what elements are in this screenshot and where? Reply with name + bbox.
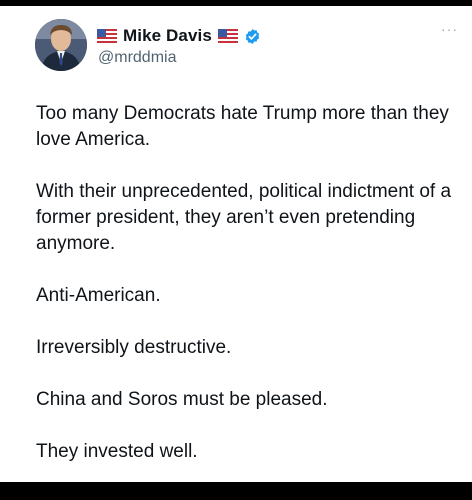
author-display-name[interactable]: Mike Davis [123, 26, 212, 46]
tweet-paragraph: With their unprecedented, political indi… [36, 181, 452, 254]
tweet-text: Too many Democrats hate Trump more than … [36, 101, 456, 465]
tweet-paragraph: Too many Democrats hate Trump more than … [36, 103, 449, 150]
us-flag-icon [97, 29, 117, 43]
avatar-image [35, 19, 87, 71]
author-handle[interactable]: @mrddmia [98, 49, 176, 67]
tweet-paragraph: Anti-American. [36, 285, 161, 306]
author-name-row[interactable]: Mike Davis [97, 24, 261, 48]
tweet-paragraph: They invested well. [36, 441, 198, 462]
tweet-header: Mike Davis @mrddmia ··· [35, 19, 458, 79]
verified-badge-icon [244, 28, 261, 45]
avatar[interactable] [35, 19, 87, 71]
tweet-paragraph: Irreversibly destructive. [36, 337, 232, 358]
tweet-card: Mike Davis @mrddmia ··· Too many Democra… [0, 6, 472, 482]
us-flag-icon [217, 29, 238, 43]
more-options-icon[interactable]: ··· [438, 22, 458, 36]
tweet-paragraph: China and Soros must be pleased. [36, 389, 328, 410]
screenshot-frame: Mike Davis @mrddmia ··· Too many Democra… [0, 0, 472, 500]
